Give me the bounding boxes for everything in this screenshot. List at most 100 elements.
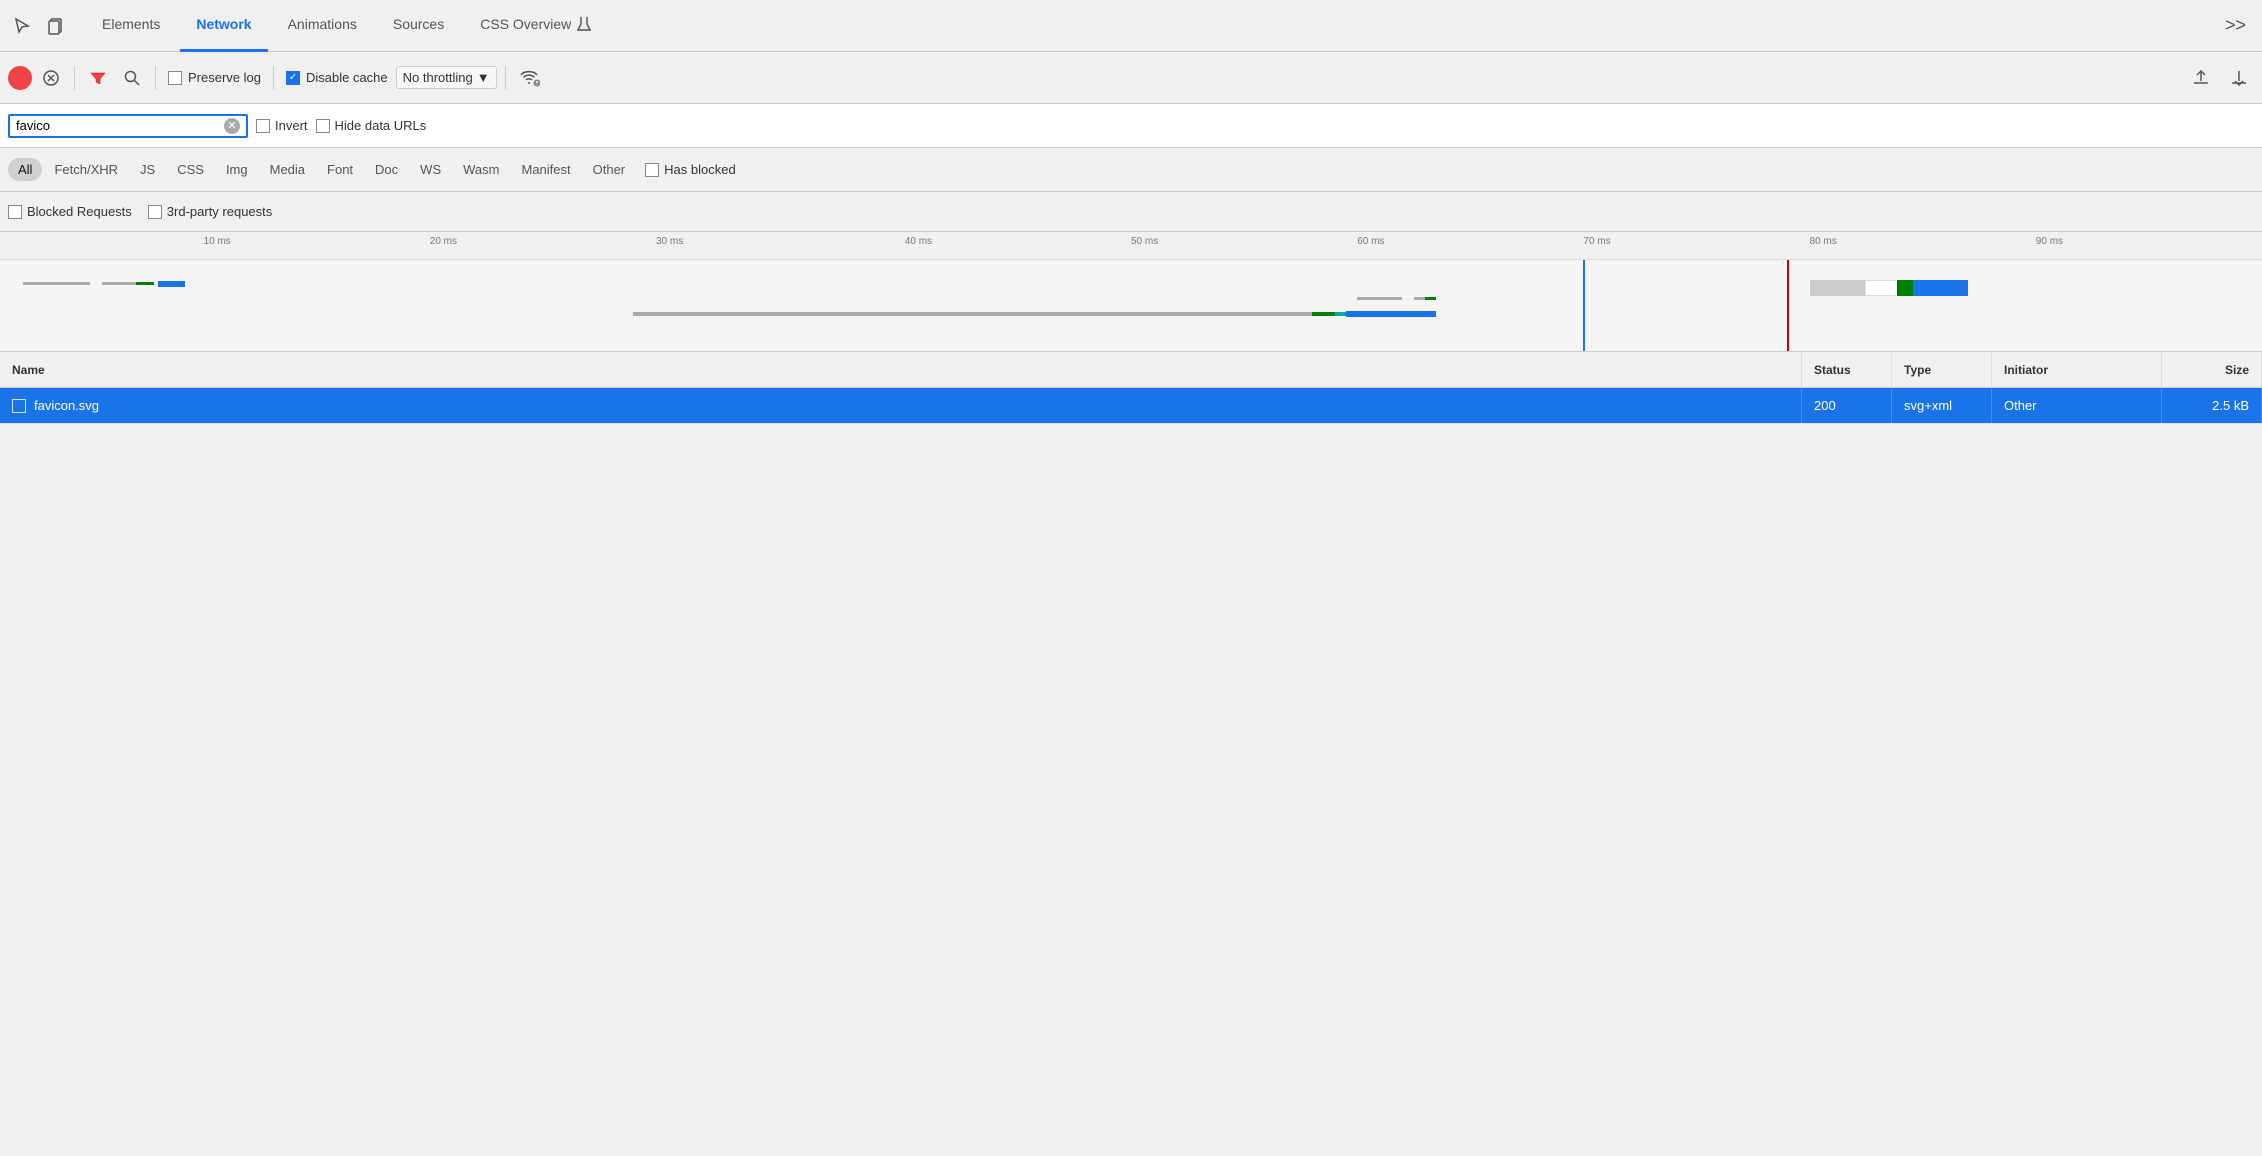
bar-grey-end bbox=[1267, 312, 1312, 316]
th-status[interactable]: Status bbox=[1802, 352, 1892, 387]
ruler-mark-80ms: 80 ms bbox=[1810, 236, 1837, 247]
upload-button[interactable] bbox=[2186, 63, 2216, 93]
cursor-icon[interactable] bbox=[8, 12, 36, 40]
th-size[interactable]: Size bbox=[2162, 352, 2262, 387]
filter-icon-button[interactable] bbox=[83, 63, 113, 93]
ruler-mark-60ms: 60 ms bbox=[1357, 236, 1384, 247]
td-initiator: Other bbox=[1992, 388, 2162, 423]
timeline-red-vline bbox=[1787, 260, 1789, 352]
bar-green-3 bbox=[1425, 297, 1436, 300]
clear-search-button[interactable]: ✕ bbox=[224, 118, 240, 134]
type-filter-js[interactable]: JS bbox=[130, 158, 165, 181]
bar-box-grey bbox=[1810, 280, 1865, 296]
type-filter-ws[interactable]: WS bbox=[410, 158, 451, 181]
table-row[interactable]: favicon.svg 200 svg+xml Other 2.5 kB bbox=[0, 388, 2262, 424]
bar-grey-3 bbox=[1357, 297, 1402, 300]
bar-box-green bbox=[1897, 280, 1913, 296]
wifi-settings-button[interactable] bbox=[514, 63, 544, 93]
timeline-ruler: 10 ms 20 ms 30 ms 40 ms 50 ms 60 ms 70 m… bbox=[0, 232, 2262, 260]
toolbar-divider-3 bbox=[273, 66, 274, 90]
type-filter-manifest[interactable]: Manifest bbox=[511, 158, 580, 181]
network-toolbar: Preserve log ✓ Disable cache No throttli… bbox=[0, 52, 2262, 104]
type-filter-fetch-xhr[interactable]: Fetch/XHR bbox=[44, 158, 128, 181]
copy-icon[interactable] bbox=[42, 12, 70, 40]
th-type[interactable]: Type bbox=[1892, 352, 1992, 387]
th-name[interactable]: Name bbox=[0, 352, 1802, 387]
waterfall-row-4 bbox=[1810, 280, 1968, 296]
th-initiator[interactable]: Initiator bbox=[1992, 352, 2162, 387]
blocked-requests-checkbox[interactable] bbox=[8, 205, 22, 219]
timeline-content bbox=[0, 260, 2262, 352]
type-filter-font[interactable]: Font bbox=[317, 158, 363, 181]
preserve-log-checkbox[interactable] bbox=[168, 71, 182, 85]
upload-download-group bbox=[2186, 63, 2254, 93]
blocked-requests-bar: Blocked Requests 3rd-party requests bbox=[0, 192, 2262, 232]
type-filter-wasm[interactable]: Wasm bbox=[453, 158, 509, 181]
type-filter-other[interactable]: Other bbox=[583, 158, 636, 181]
record-button[interactable] bbox=[8, 66, 32, 90]
ruler-mark-20ms: 20 ms bbox=[430, 236, 457, 247]
toolbar-divider-2 bbox=[155, 66, 156, 90]
hide-data-urls-option[interactable]: Hide data URLs bbox=[316, 118, 427, 133]
search-button[interactable] bbox=[117, 63, 147, 93]
bar-blue-long bbox=[1346, 311, 1436, 317]
has-blocked-option[interactable]: Has blocked bbox=[645, 162, 736, 177]
type-filter-css[interactable]: CSS bbox=[167, 158, 214, 181]
more-tabs-button[interactable]: >> bbox=[2217, 15, 2254, 36]
tab-sources[interactable]: Sources bbox=[377, 0, 460, 52]
third-party-option[interactable]: 3rd-party requests bbox=[148, 204, 273, 219]
ruler-mark-70ms: 70 ms bbox=[1583, 236, 1610, 247]
ruler-mark-40ms: 40 ms bbox=[905, 236, 932, 247]
invert-checkbox[interactable] bbox=[256, 119, 270, 133]
waterfall-row-2 bbox=[0, 310, 2262, 318]
table-header: Name Status Type Initiator Size bbox=[0, 352, 2262, 388]
ruler-mark-10ms: 10 ms bbox=[204, 236, 231, 247]
tab-icon-group bbox=[8, 12, 70, 40]
tab-network[interactable]: Network bbox=[180, 0, 267, 52]
bar-blue-1 bbox=[158, 281, 185, 287]
tab-css-overview[interactable]: CSS Overview bbox=[464, 0, 607, 52]
preserve-log-label[interactable]: Preserve log bbox=[164, 70, 265, 85]
td-name: favicon.svg bbox=[0, 388, 1802, 423]
td-status: 200 bbox=[1802, 388, 1892, 423]
bar-grey-4 bbox=[1414, 297, 1425, 300]
bar-teal bbox=[1335, 312, 1346, 316]
timeline-blue-vline bbox=[1583, 260, 1585, 352]
type-filter-media[interactable]: Media bbox=[260, 158, 315, 181]
blocked-requests-option[interactable]: Blocked Requests bbox=[8, 204, 132, 219]
download-button[interactable] bbox=[2224, 63, 2254, 93]
bar-grey-long bbox=[633, 312, 1266, 316]
search-input[interactable] bbox=[16, 118, 224, 133]
tab-animations[interactable]: Animations bbox=[272, 0, 373, 52]
type-filter-doc[interactable]: Doc bbox=[365, 158, 408, 181]
timeline-area: 10 ms 20 ms 30 ms 40 ms 50 ms 60 ms 70 m… bbox=[0, 232, 2262, 352]
tab-bar: Elements Network Animations Sources CSS … bbox=[0, 0, 2262, 52]
filter-bar: ✕ Invert Hide data URLs bbox=[0, 104, 2262, 148]
bar-box-blue bbox=[1913, 280, 1968, 296]
ruler-mark-50ms: 50 ms bbox=[1131, 236, 1158, 247]
third-party-checkbox[interactable] bbox=[148, 205, 162, 219]
row-checkbox[interactable] bbox=[12, 399, 26, 413]
td-type: svg+xml bbox=[1892, 388, 1992, 423]
toolbar-divider-1 bbox=[74, 66, 75, 90]
ruler-mark-90ms: 90 ms bbox=[2036, 236, 2063, 247]
throttle-selector[interactable]: No throttling ▼ bbox=[396, 66, 497, 89]
type-filter-img[interactable]: Img bbox=[216, 158, 258, 181]
disable-cache-label[interactable]: ✓ Disable cache bbox=[282, 70, 392, 85]
waterfall-row-3 bbox=[0, 295, 2262, 303]
type-filter-all[interactable]: All bbox=[8, 158, 42, 181]
toolbar-divider-4 bbox=[505, 66, 506, 90]
bar-green-2 bbox=[1312, 312, 1335, 316]
bar-grey-2 bbox=[102, 282, 136, 285]
type-filter-bar: All Fetch/XHR JS CSS Img Media Font Doc … bbox=[0, 148, 2262, 192]
clear-button[interactable] bbox=[36, 63, 66, 93]
td-size: 2.5 kB bbox=[2162, 388, 2262, 423]
has-blocked-label: Has blocked bbox=[664, 162, 736, 177]
throttle-arrow-icon: ▼ bbox=[477, 70, 490, 85]
tab-elements[interactable]: Elements bbox=[86, 0, 176, 52]
invert-option[interactable]: Invert bbox=[256, 118, 308, 133]
disable-cache-checkbox[interactable]: ✓ bbox=[286, 71, 300, 85]
bar-green-1 bbox=[136, 282, 154, 285]
hide-data-urls-checkbox[interactable] bbox=[316, 119, 330, 133]
has-blocked-checkbox[interactable] bbox=[645, 163, 659, 177]
